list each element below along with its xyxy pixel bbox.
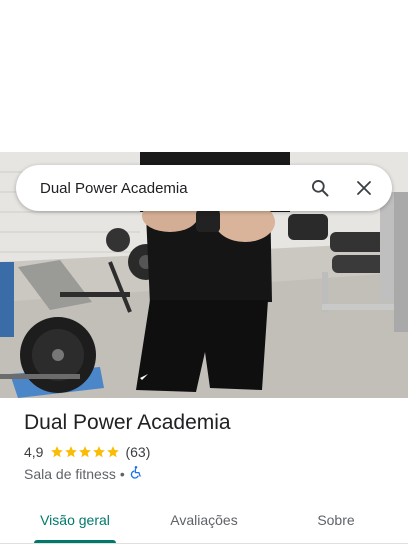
star-icon bbox=[79, 446, 92, 458]
category-row: Sala de fitness • bbox=[24, 465, 143, 482]
review-count[interactable]: (63) bbox=[125, 444, 150, 460]
active-tab-indicator bbox=[34, 540, 116, 543]
tab-overview[interactable]: Visão geral bbox=[34, 496, 116, 543]
star-icon bbox=[65, 446, 78, 458]
rating-value: 4,9 bbox=[24, 444, 44, 460]
separator-dot: • bbox=[119, 465, 125, 482]
place-tabs: Visão geral Avaliações Sobre bbox=[0, 496, 408, 544]
rating-row[interactable]: 4,9 (63) bbox=[24, 444, 150, 460]
search-icon[interactable] bbox=[308, 176, 332, 200]
star-icon bbox=[51, 446, 64, 458]
rating-stars bbox=[50, 445, 120, 459]
place-title: Dual Power Academia bbox=[24, 411, 231, 434]
close-icon[interactable] bbox=[352, 176, 376, 200]
wheelchair-icon bbox=[129, 465, 143, 482]
search-bar[interactable]: Dual Power Academia bbox=[16, 165, 392, 211]
search-query[interactable]: Dual Power Academia bbox=[40, 180, 308, 197]
tab-reviews[interactable]: Avaliações bbox=[160, 496, 248, 543]
blank-top-area bbox=[0, 0, 408, 152]
star-icon bbox=[107, 446, 120, 458]
star-icon bbox=[93, 446, 106, 458]
place-category: Sala de fitness bbox=[24, 465, 116, 482]
tab-about[interactable]: Sobre bbox=[300, 496, 372, 543]
